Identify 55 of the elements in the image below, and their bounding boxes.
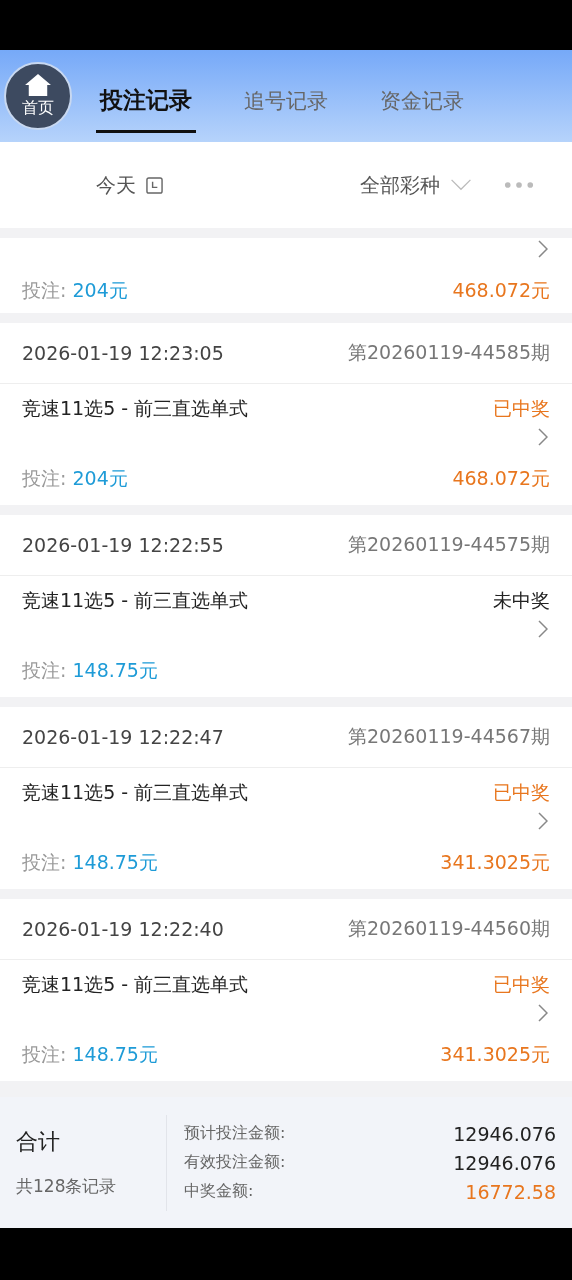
period-number: 第20260119-44567期	[348, 724, 550, 749]
record-card[interactable]: 2026-01-19 12:22:40 第20260119-44560期 竞速11选5 - 前三直选单式 已中奖 投注: 148.75元 341.3025元	[0, 899, 572, 1081]
summary-label: 预计投注金额:	[184, 1123, 286, 1144]
record-time: 2026-01-19 12:23:05	[22, 342, 224, 364]
winnings-amount: 468.072元	[452, 278, 550, 303]
chevron-right-icon	[538, 812, 548, 830]
record-time: 2026-01-19 12:22:55	[22, 534, 224, 556]
summary-value: 12946.076	[453, 1122, 556, 1145]
stake-label: 投注:	[22, 279, 67, 301]
status-label: 已中奖	[493, 780, 550, 805]
game-title: 竞速11选5 - 前三直选单式	[22, 396, 249, 421]
game-title: 竞速11选5 - 前三直选单式	[22, 780, 249, 805]
stake-label: 投注:	[22, 851, 67, 873]
summary-value: 12946.076	[453, 1151, 556, 1174]
lottery-filter[interactable]: 全部彩种	[360, 171, 440, 199]
chevron-right-icon	[538, 240, 548, 258]
period-number: 第20260119-44585期	[348, 340, 550, 365]
status-label: 未中奖	[493, 588, 550, 613]
status-label: 已中奖	[493, 972, 550, 997]
record-card[interactable]: 2026-01-19 12:22:55 第20260119-44575期 竞速11选5 - 前三直选单式 未中奖 投注: 148.75元	[0, 515, 572, 697]
winnings-amount: 341.3025元	[440, 1042, 550, 1067]
record-card[interactable]: 2026-01-19 12:22:47 第20260119-44567期 竞速11选5 - 前三直选单式 已中奖 投注: 148.75元 341.3025元	[0, 707, 572, 889]
summary-title: 合计	[16, 1128, 61, 1156]
chevron-right-icon	[538, 428, 548, 446]
record-count: 共128条记录	[16, 1175, 118, 1198]
more-icon[interactable]	[504, 181, 534, 189]
status-label: 已中奖	[493, 396, 550, 421]
chevron-right-icon	[538, 1004, 548, 1022]
period-number: 第20260119-44560期	[348, 916, 550, 941]
record-time: 2026-01-19 12:22:47	[22, 726, 224, 748]
summary-label: 有效投注金额:	[184, 1152, 286, 1173]
chevron-right-icon	[538, 620, 548, 638]
winnings-amount: 341.3025元	[440, 850, 550, 875]
clock-icon[interactable]	[146, 176, 163, 194]
game-title: 竞速11选5 - 前三直选单式	[22, 588, 249, 613]
stake-label: 投注:	[22, 1043, 67, 1065]
stake-amount: 148.75元	[72, 1043, 158, 1065]
home-button[interactable]: 首页	[4, 62, 72, 130]
record-time: 2026-01-19 12:22:40	[22, 918, 224, 940]
stake-amount: 204元	[72, 467, 128, 489]
period-number: 第20260119-44575期	[348, 532, 550, 557]
chevron-down-icon[interactable]	[450, 179, 472, 191]
date-filter[interactable]: 今天	[96, 171, 136, 199]
summary-label: 中奖金额:	[184, 1181, 254, 1202]
stake-amount: 148.75元	[72, 659, 158, 681]
stake-amount: 204元	[72, 279, 128, 301]
tab[interactable]: 投注记录	[96, 79, 196, 133]
stake-amount: 148.75元	[72, 851, 158, 873]
game-title: 竞速11选5 - 前三直选单式	[22, 972, 249, 997]
record-card[interactable]: 2026-01-19 12:23:05 第20260119-44585期 竞速11选5 - 前三直选单式 已中奖 投注: 204元 468.072元	[0, 323, 572, 505]
winnings-amount: 468.072元	[452, 466, 550, 491]
stake-label: 投注:	[22, 659, 67, 681]
stake-label: 投注:	[22, 467, 67, 489]
summary-value: 16772.58	[465, 1180, 556, 1203]
home-icon	[24, 73, 52, 97]
